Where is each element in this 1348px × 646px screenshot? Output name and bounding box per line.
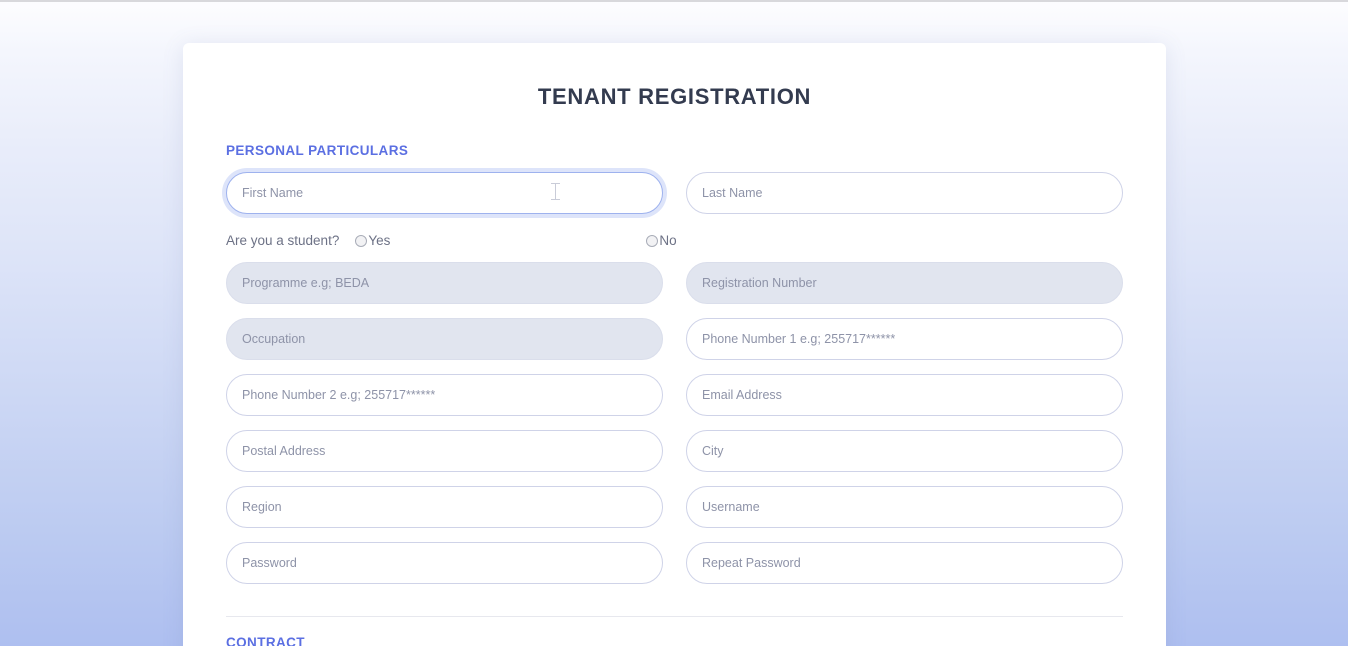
phone-number-2-input[interactable] xyxy=(226,374,663,416)
form-row-phone2-email xyxy=(226,374,1123,416)
last-name-input[interactable] xyxy=(686,172,1123,214)
form-row-occupation-phone1 xyxy=(226,318,1123,360)
registration-card: TENANT REGISTRATION PERSONAL PARTICULARS… xyxy=(183,43,1166,646)
radio-circle-icon[interactable] xyxy=(355,234,368,247)
email-address-input[interactable] xyxy=(686,374,1123,416)
student-question-row: Are you a student? Yes No xyxy=(226,233,1123,248)
occupation-input xyxy=(226,318,663,360)
student-radio-yes-label: Yes xyxy=(368,233,391,248)
username-input[interactable] xyxy=(686,486,1123,528)
student-question-label: Are you a student? xyxy=(226,233,340,248)
section-header-contract: CONTRACT xyxy=(226,635,305,646)
browser-chrome-divider xyxy=(0,0,1348,2)
form-row-name xyxy=(226,172,1123,214)
registration-form: PERSONAL PARTICULARS Are you a student? … xyxy=(183,143,1166,646)
page-title: TENANT REGISTRATION xyxy=(537,84,812,109)
student-radio-no-label: No xyxy=(659,233,677,248)
student-radio-yes[interactable]: Yes xyxy=(355,233,390,248)
password-input[interactable] xyxy=(226,542,663,584)
first-name-input[interactable] xyxy=(226,172,663,214)
city-input[interactable] xyxy=(686,430,1123,472)
programme-input xyxy=(226,262,663,304)
form-row-region-username xyxy=(226,486,1123,528)
phone-number-1-input[interactable] xyxy=(686,318,1123,360)
section-divider xyxy=(226,616,1123,617)
registration-number-input xyxy=(686,262,1123,304)
postal-address-input[interactable] xyxy=(226,430,663,472)
repeat-password-input[interactable] xyxy=(686,542,1123,584)
section-header-personal-particulars: PERSONAL PARTICULARS xyxy=(226,143,409,158)
form-row-address-city xyxy=(226,430,1123,472)
form-row-passwords xyxy=(226,542,1123,584)
radio-circle-icon[interactable] xyxy=(646,234,659,247)
student-radio-no[interactable]: No xyxy=(646,233,677,248)
form-row-student xyxy=(226,262,1123,304)
region-input[interactable] xyxy=(226,486,663,528)
